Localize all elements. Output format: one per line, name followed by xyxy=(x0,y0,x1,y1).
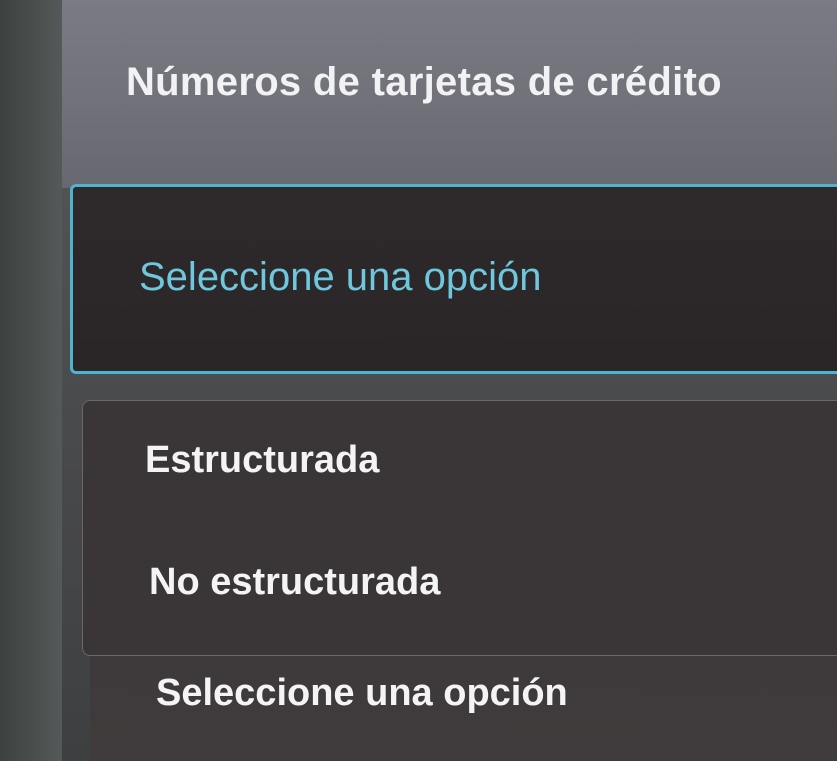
question-label: Números de tarjetas de crédito xyxy=(126,60,722,104)
select-placeholder: Seleccione una opción xyxy=(139,255,542,299)
answer-select[interactable]: Seleccione una opción xyxy=(70,184,837,374)
monitor-bezel xyxy=(0,0,62,761)
screen: Números de tarjetas de crédito Seleccion… xyxy=(0,0,837,761)
next-select[interactable]: Seleccione una opción xyxy=(90,656,837,761)
option-estructurada[interactable]: Estructurada xyxy=(145,439,379,482)
question-row: Números de tarjetas de crédito xyxy=(62,0,837,188)
next-select-placeholder: Seleccione una opción xyxy=(156,672,568,714)
option-no-estructurada[interactable]: No estructurada xyxy=(149,561,440,604)
dropdown-options-list: Estructurada No estructurada xyxy=(82,400,837,656)
